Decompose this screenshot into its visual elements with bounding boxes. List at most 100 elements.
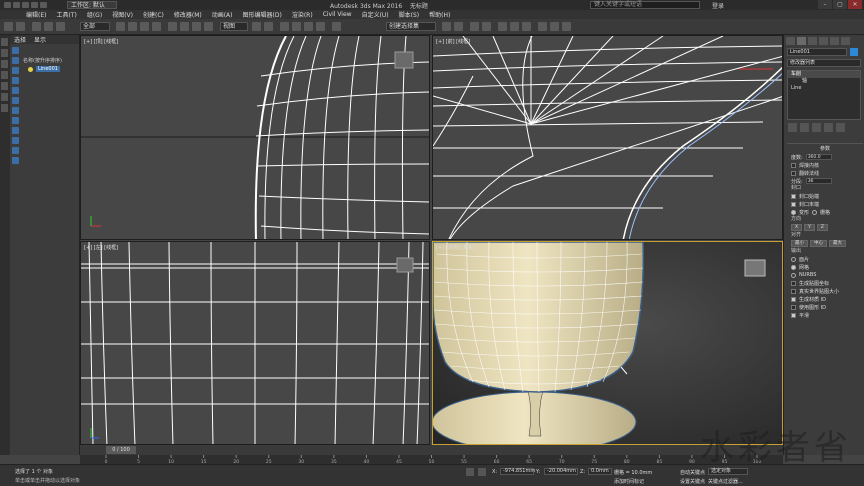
select-object-icon[interactable] [116,22,125,31]
percent-snap-icon[interactable] [304,22,313,31]
select-rotate-icon[interactable] [180,22,189,31]
viewport-label[interactable]: [+] [顶] [线框] [84,38,118,45]
close-icon[interactable]: ✕ [848,0,862,9]
maximize-icon[interactable]: ▢ [833,0,847,9]
redo-icon[interactable] [16,22,25,31]
menu-rendering[interactable]: 渲染(R) [292,10,313,19]
light-filter-icon[interactable] [12,67,19,74]
align-icon[interactable] [454,22,463,31]
shape-filter-icon[interactable] [12,57,19,64]
scene-list-item[interactable]: Line001 [28,66,60,72]
out-mesh-row[interactable]: 网格 [787,263,863,271]
group-filter-icon[interactable] [12,107,19,114]
named-selection-dropdown[interactable]: 创建选择集 [386,22,436,31]
camera-filter-icon[interactable] [12,77,19,84]
hierarchy-tab-icon[interactable] [808,37,817,45]
create-tab-icon[interactable] [786,37,795,45]
menu-graph-editors[interactable]: 图形编辑器(D) [243,10,282,19]
use-shape-row[interactable]: 使用图形 ID [787,303,863,311]
select-scale-icon[interactable] [192,22,201,31]
undo-icon[interactable] [4,22,13,31]
schematic-view-icon[interactable] [510,22,519,31]
bind-space-warp-icon[interactable] [56,22,65,31]
link-icon[interactable] [32,22,41,31]
gen-map-row[interactable]: 生成贴图坐标 [787,279,863,287]
container-filter-icon[interactable] [12,137,19,144]
selection-lock-icon[interactable] [478,468,486,476]
menu-civil-view[interactable]: Civil View [323,11,352,18]
tab-select[interactable]: 选择 [14,35,26,44]
show-end-result-icon[interactable] [800,123,809,132]
mesh-radio[interactable] [791,264,796,270]
out-nurbs-row[interactable]: NURBS [787,271,863,279]
frozen-filter-icon[interactable] [12,147,19,154]
gen-map-checkbox[interactable] [791,280,796,286]
layer-icon[interactable] [1,71,8,79]
align-max-button[interactable]: 最大 [829,240,846,247]
weld-core-row[interactable]: 焊接内核 [787,161,863,169]
filter-icon[interactable] [1,49,8,57]
direction-y-button[interactable]: Y [804,224,815,231]
menu-animation[interactable]: 动画(A) [212,10,233,19]
edit-named-selection-icon[interactable] [332,22,341,31]
object-name-field[interactable]: Line001 [787,48,847,56]
select-manipulate-icon[interactable] [264,22,273,31]
xref-filter-icon[interactable] [12,117,19,124]
flip-normals-row[interactable]: 翻转法线 [787,169,863,177]
remove-modifier-icon[interactable] [824,123,833,132]
snaps-toggle-icon[interactable] [280,22,289,31]
workspace-dropdown[interactable]: 工作区: 默认 [67,1,117,9]
menu-help[interactable]: 帮助(H) [429,10,450,19]
menu-tools[interactable]: 工具(T) [56,10,76,19]
stack-item-lathe[interactable]: 车削 [788,71,860,78]
window-crossing-icon[interactable] [152,22,161,31]
viewport-left[interactable]: [+] [左] [线框] [80,241,430,445]
undo-icon[interactable] [31,2,38,8]
scene-list-header[interactable]: 名称(按升序排序) [23,57,62,64]
x-coordinate-field[interactable]: -974.851mm [500,468,535,475]
menu-scripting[interactable]: 脚本(S) [399,10,420,19]
material-editor-icon[interactable] [522,22,531,31]
bone-filter-icon[interactable] [12,127,19,134]
login-button[interactable]: 登录 [712,1,724,10]
set-key-button[interactable]: 设置关键点 [680,478,705,485]
hidden-filter-icon[interactable] [12,157,19,164]
geometry-filter-icon[interactable] [12,47,19,54]
add-time-tag-button[interactable]: 添加时间标记 [614,478,644,485]
modify-tab-icon[interactable] [797,37,806,45]
viewport-label[interactable]: [+] [透视] [真实] [436,244,475,251]
z-coordinate-field[interactable]: 0.0mm [588,468,612,475]
save-file-icon[interactable] [22,2,29,8]
make-unique-icon[interactable] [812,123,821,132]
gen-mat-checkbox[interactable] [791,296,796,302]
render-setup-icon[interactable] [538,22,547,31]
redo-icon[interactable] [40,2,47,8]
helper-filter-icon[interactable] [12,87,19,94]
auto-key-button[interactable]: 自动关键点 [680,469,705,476]
render-production-icon[interactable] [562,22,571,31]
viewport-top[interactable]: [+] [顶] [线框] [80,35,430,240]
open-file-icon[interactable] [13,2,20,8]
stack-item-axis[interactable]: 轴 [788,78,860,85]
viewport-label[interactable]: [+] [左] [线框] [84,244,118,251]
smooth-checkbox[interactable] [791,312,796,318]
morph-radio[interactable] [791,209,796,215]
modifier-list-dropdown[interactable]: 修改器列表 [787,59,861,67]
scene-explorer-icon[interactable] [1,38,8,46]
unlink-icon[interactable] [44,22,53,31]
real-world-checkbox[interactable] [791,288,796,294]
segments-spinner[interactable]: 36 [805,178,832,184]
reference-coordinate-dropdown[interactable]: 视图 [220,22,248,31]
pivot-center-icon[interactable] [252,22,261,31]
rendered-frame-window-icon[interactable] [550,22,559,31]
pin-stack-icon[interactable] [788,123,797,132]
menu-create[interactable]: 创建(C) [143,10,164,19]
y-coordinate-field[interactable]: -20.004mm [544,468,578,475]
cap-end-row[interactable]: 封口末端 [787,200,863,208]
menu-customize[interactable]: 自定义(U) [362,10,389,19]
visibility-lamp-icon[interactable] [28,66,33,72]
mirror-icon[interactable] [442,22,451,31]
new-file-icon[interactable] [4,2,11,8]
align-center-button[interactable]: 中心 [810,240,827,247]
real-world-row[interactable]: 真实世界贴图大小 [787,287,863,295]
